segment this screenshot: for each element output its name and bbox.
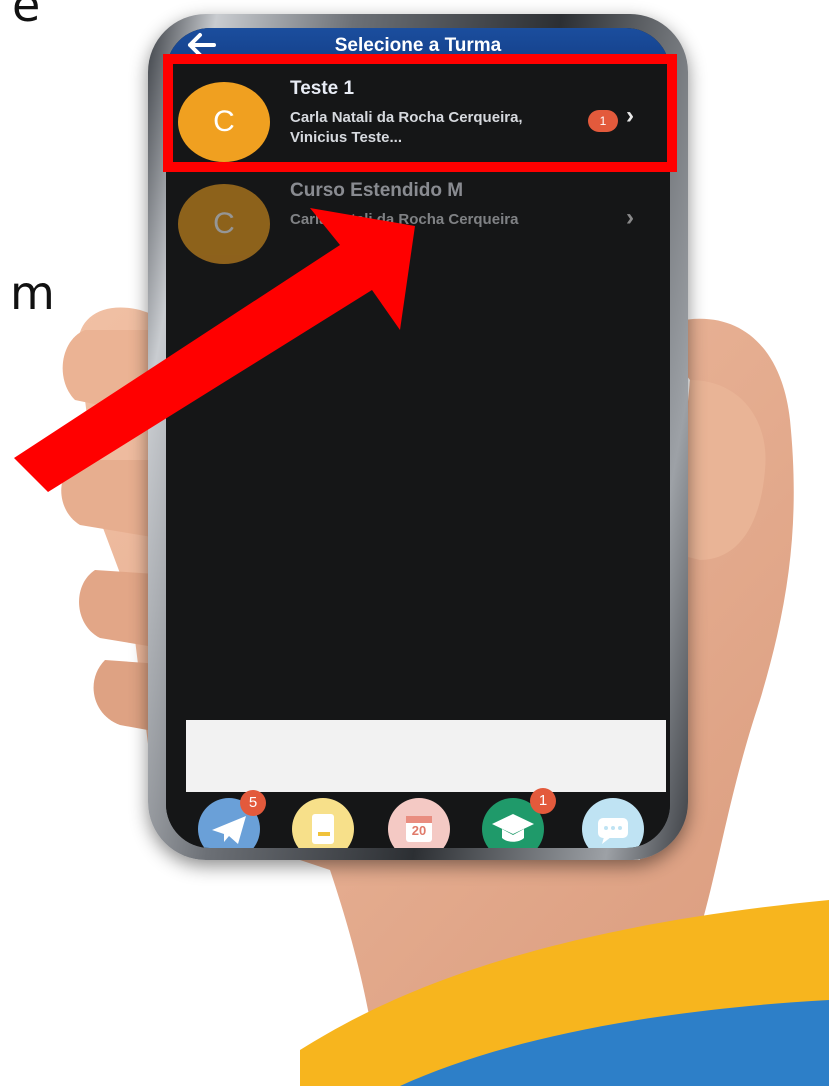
red-arrow-icon [14,208,415,492]
